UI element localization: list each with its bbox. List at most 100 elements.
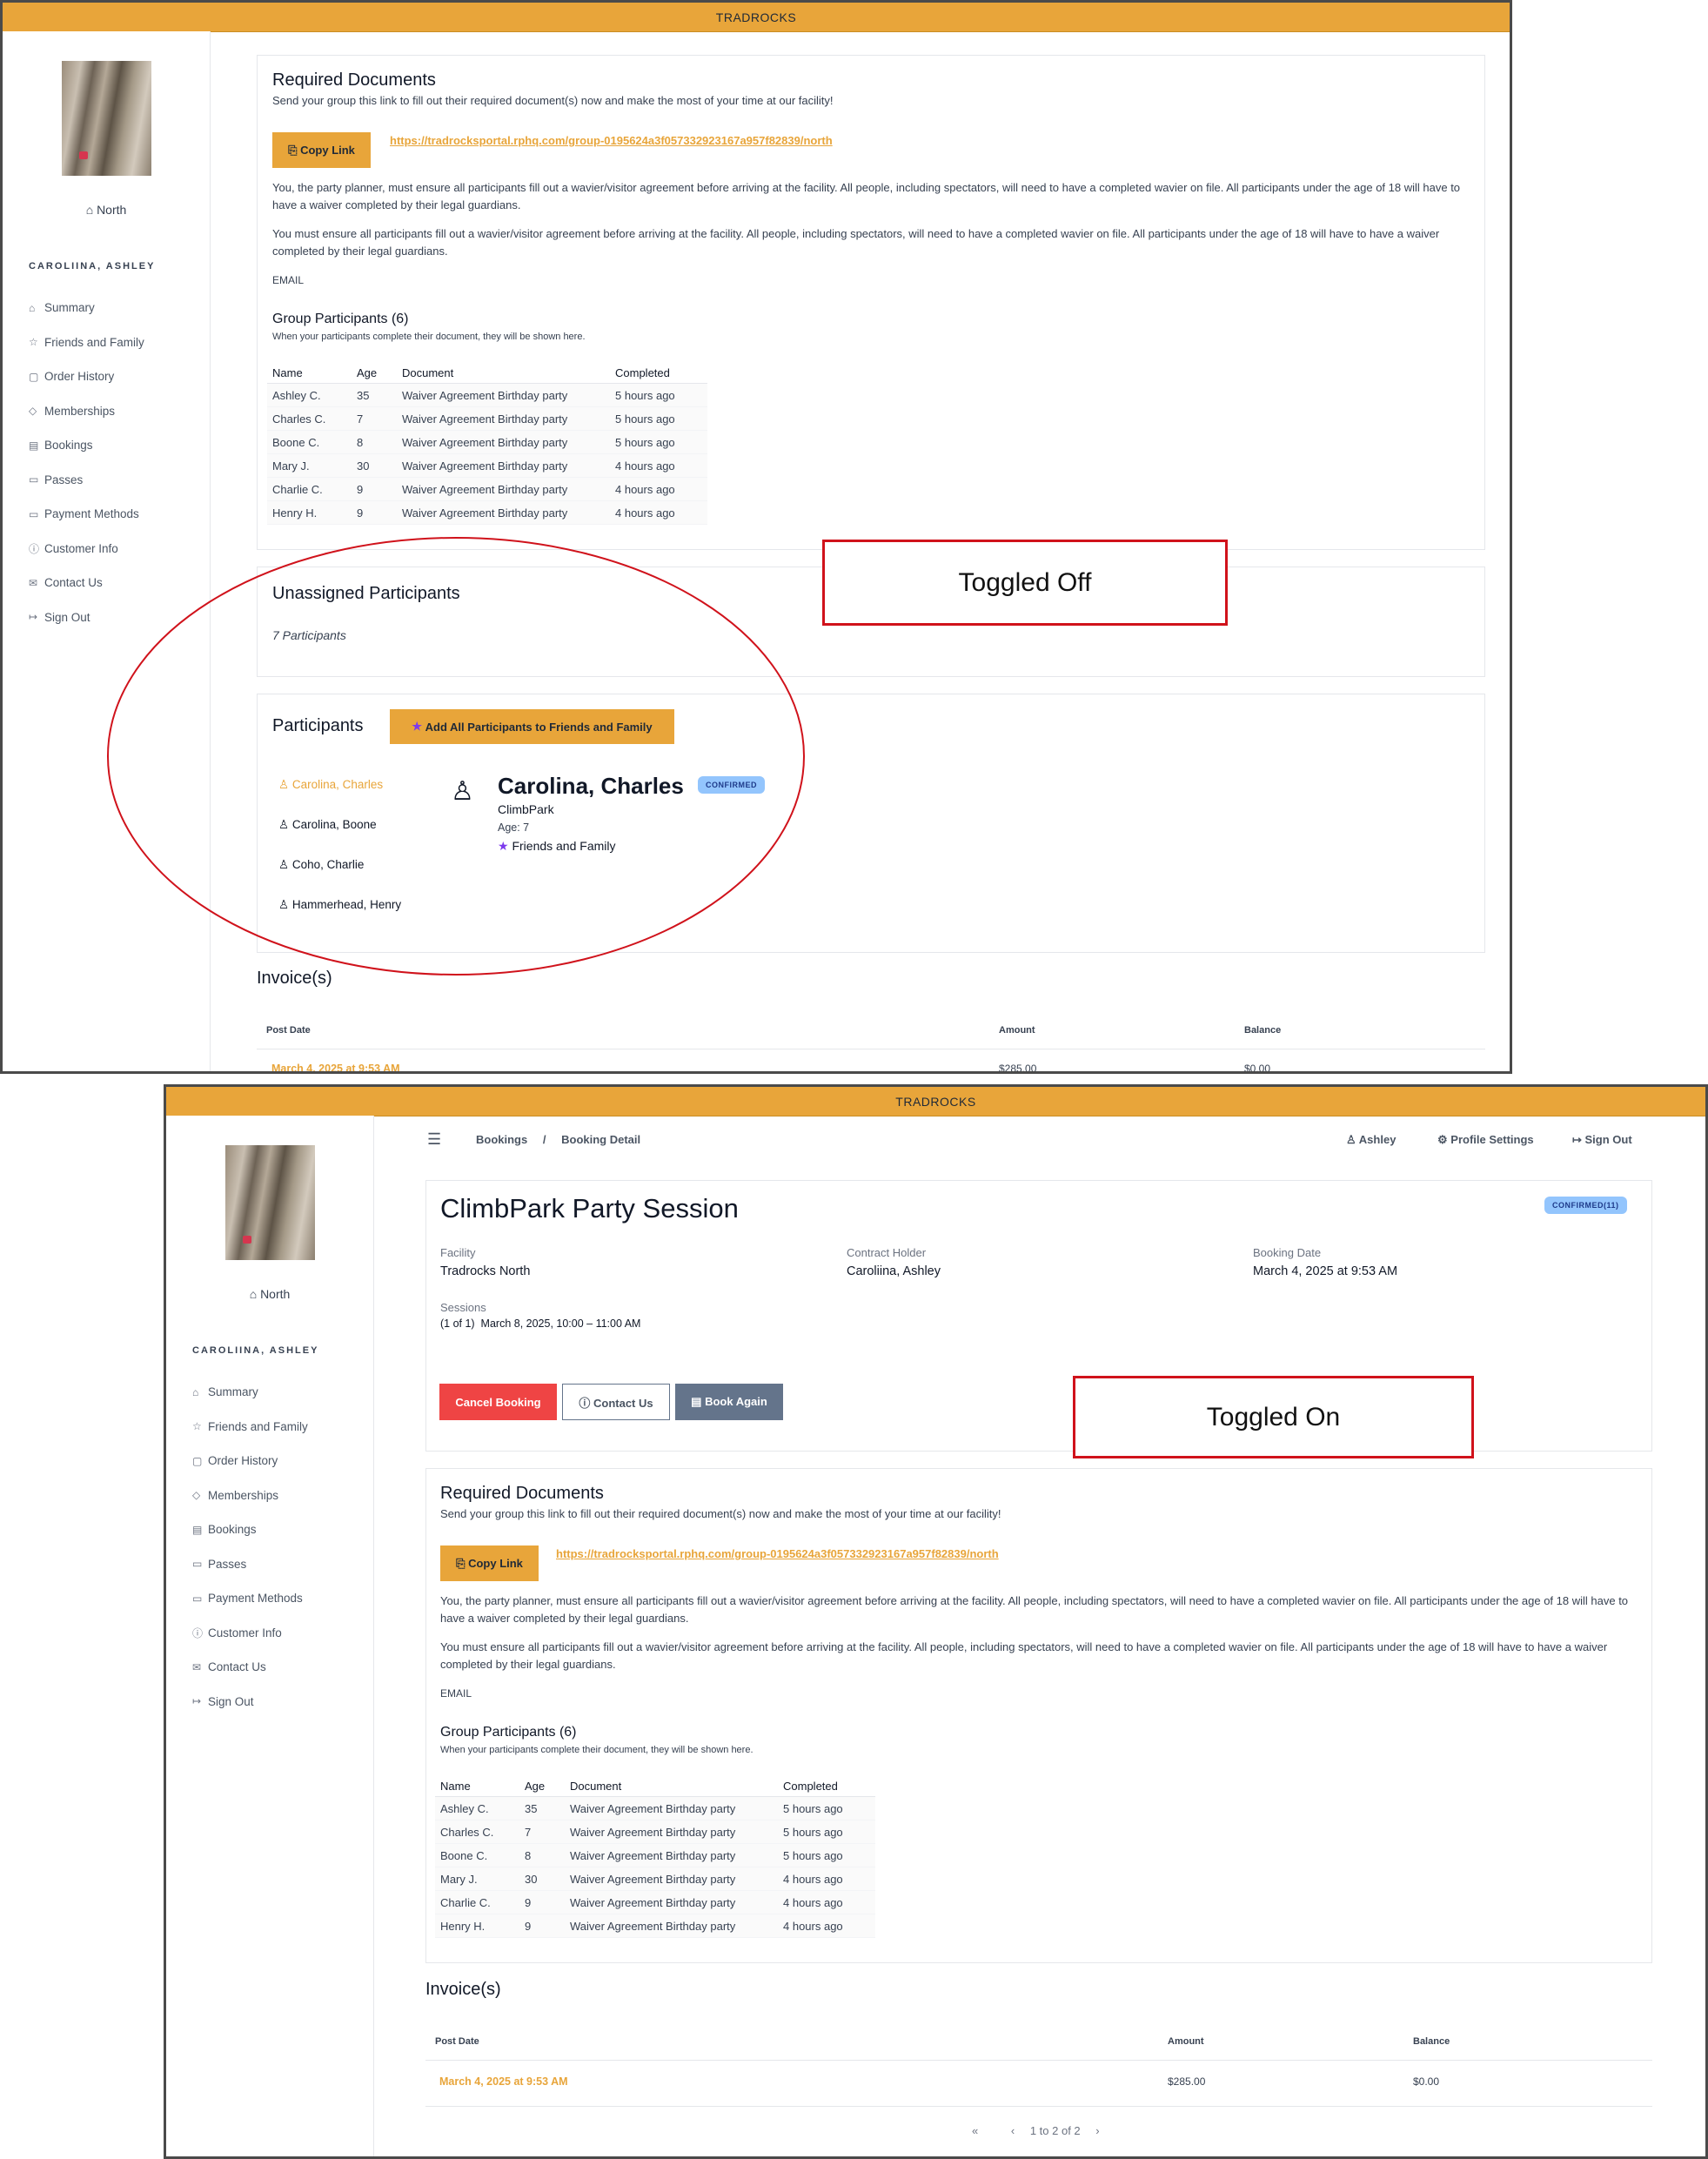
sidebar-item-friends[interactable]: ☆ Friends and Family bbox=[192, 1410, 308, 1445]
cell: Boone C. bbox=[435, 1843, 519, 1867]
next-page-icon[interactable]: › bbox=[1095, 2124, 1099, 2137]
user-menu[interactable]: ♙ Ashley bbox=[1346, 1133, 1396, 1147]
location-link[interactable]: ⌂ North bbox=[3, 203, 210, 217]
breadcrumb: Bookings / Booking Detail bbox=[476, 1133, 640, 1146]
contract-holder-label: Contract Holder bbox=[847, 1246, 927, 1259]
screenshot-toggled-off: TRADROCKS ⌂ North CAROLIINA, ASHLEY ⌂ Sum… bbox=[0, 0, 1512, 1074]
sidebar-item-label: Order History bbox=[44, 370, 115, 384]
sidebar-item-label: Sign Out bbox=[208, 1694, 254, 1708]
sidebar-item-memberships[interactable]: ◇ Memberships bbox=[192, 1478, 308, 1513]
invoice-date[interactable]: March 4, 2025 at 9:53 AM bbox=[271, 1063, 400, 1071]
cell: 9 bbox=[519, 1890, 565, 1914]
breadcrumb-separator: / bbox=[542, 1133, 546, 1146]
sidebar-item-label: Payment Methods bbox=[208, 1592, 303, 1606]
invoice-date[interactable]: March 4, 2025 at 9:53 AM bbox=[439, 2075, 568, 2088]
invoice-row[interactable]: March 4, 2025 at 9:53 AM $285.00 $0.00 bbox=[425, 2061, 1652, 2107]
cell: Ashley C. bbox=[267, 383, 352, 407]
group-link[interactable]: https://tradrocksportal.rphq.com/group-0… bbox=[390, 134, 833, 147]
column-header: Post Date bbox=[435, 2036, 479, 2047]
sidebar-item-bookings[interactable]: ▤ Bookings bbox=[192, 1512, 308, 1547]
cancel-booking-button[interactable]: Cancel Booking bbox=[439, 1384, 557, 1420]
header-signout-label: Sign Out bbox=[1584, 1133, 1632, 1146]
contact-us-button[interactable]: ⓘ Contact Us bbox=[562, 1384, 670, 1420]
cell: 5 hours ago bbox=[610, 383, 707, 407]
sidebar-item-label: Friends and Family bbox=[208, 1419, 308, 1433]
cell: Charlie C. bbox=[435, 1890, 519, 1914]
clipboard-icon: ⎘ bbox=[456, 1556, 469, 1570]
column-header: Completed bbox=[610, 362, 707, 384]
table-row: Henry H. 9 Waiver Agreement Birthday party… bbox=[435, 1914, 875, 1938]
home-icon: ⌂ bbox=[85, 203, 94, 217]
book-again-label: Book Again bbox=[705, 1395, 767, 1408]
email-label: EMAIL bbox=[440, 1687, 472, 1700]
cell: 5 hours ago bbox=[610, 406, 707, 431]
sidebar-item-label: Memberships bbox=[208, 1488, 279, 1502]
column-header: Post Date bbox=[266, 1025, 311, 1036]
facility-label: Facility bbox=[440, 1246, 476, 1259]
contact-us-label: Contact Us bbox=[593, 1396, 653, 1410]
copy-link-button[interactable]: ⎘ Copy Link bbox=[272, 132, 371, 168]
sidebar-item-passes[interactable]: ▭ Passes bbox=[192, 1547, 308, 1582]
sidebar-item-summary[interactable]: ⌂ Summary bbox=[192, 1375, 308, 1410]
sidebar-item-summary[interactable]: ⌂ Summary bbox=[29, 291, 144, 325]
sidebar-item-friends[interactable]: ☆ Friends and Family bbox=[29, 325, 144, 360]
cell: 4 hours ago bbox=[610, 453, 707, 478]
cell: Waiver Agreement Birthday party bbox=[565, 1890, 778, 1914]
sidebar-item-customer-info[interactable]: ⓘ Customer Info bbox=[192, 1616, 308, 1651]
column-header: Name bbox=[267, 362, 352, 384]
cell: Waiver Agreement Birthday party bbox=[397, 383, 610, 407]
ticket-icon: ▭ bbox=[192, 1558, 203, 1571]
info-icon: ⓘ bbox=[29, 542, 40, 555]
card-icon: ▭ bbox=[29, 507, 39, 520]
first-page-icon[interactable]: « bbox=[972, 2124, 978, 2137]
table-header: Name Age Document Completed bbox=[267, 362, 707, 384]
sidebar-item-payment[interactable]: ▭ Payment Methods bbox=[192, 1581, 308, 1616]
book-again-button[interactable]: ▤ Book Again bbox=[675, 1384, 783, 1420]
prev-page-icon[interactable]: ‹ bbox=[1011, 2124, 1015, 2137]
booking-date-label: Booking Date bbox=[1253, 1246, 1322, 1259]
email-label: EMAIL bbox=[272, 274, 305, 286]
cell: Waiver Agreement Birthday party bbox=[565, 1796, 778, 1820]
sidebar-item-passes[interactable]: ▭ Passes bbox=[29, 463, 144, 498]
copy-link-button[interactable]: ⎘ Copy Link bbox=[440, 1545, 539, 1581]
column-header: Completed bbox=[778, 1775, 875, 1797]
table-row: Mary J. 30 Waiver Agreement Birthday party… bbox=[435, 1867, 875, 1891]
column-header: Name bbox=[435, 1775, 519, 1797]
cell: 4 hours ago bbox=[610, 477, 707, 501]
sidebar-item-bookings[interactable]: ▤ Bookings bbox=[29, 428, 144, 463]
invoice-row[interactable]: March 4, 2025 at 9:53 AM $285.00 $0.00 bbox=[257, 1063, 1485, 1071]
cell: Waiver Agreement Birthday party bbox=[397, 453, 610, 478]
user-menu-label: Ashley bbox=[1358, 1133, 1397, 1146]
sidebar-item-memberships[interactable]: ◇ Memberships bbox=[29, 394, 144, 429]
sidebar-item-orders[interactable]: ▢ Order History bbox=[192, 1444, 308, 1478]
cell: 4 hours ago bbox=[778, 1914, 875, 1938]
column-header: Age bbox=[352, 362, 397, 384]
hamburger-menu-icon[interactable]: ☰ bbox=[427, 1130, 441, 1149]
location-link[interactable]: ⌂ North bbox=[166, 1287, 373, 1301]
sidebar-item-contact[interactable]: ✉ Contact Us bbox=[192, 1650, 308, 1685]
home-icon: ⌂ bbox=[29, 301, 36, 314]
group-participants-title: Group Participants (6) bbox=[272, 312, 409, 326]
annotation-toggled-on: Toggled On bbox=[1073, 1376, 1474, 1458]
cell: Charlie C. bbox=[267, 477, 352, 501]
cell: 5 hours ago bbox=[778, 1796, 875, 1820]
cell: 7 bbox=[519, 1820, 565, 1844]
copy-link-label: Copy Link bbox=[300, 144, 355, 157]
table-header: Name Age Document Completed bbox=[435, 1775, 875, 1797]
sidebar-item-label: Contact Us bbox=[44, 576, 103, 590]
group-participants-table: Name Age Document Completed Ashley C. 35 W… bbox=[435, 1775, 875, 1938]
sidebar-item-orders[interactable]: ▢ Order History bbox=[29, 359, 144, 394]
sidebar: ⌂ North CAROLIINA, ASHLEY ⌂ Summary ☆ Frie… bbox=[166, 1116, 374, 2156]
profile-settings-link[interactable]: ⚙ Profile Settings bbox=[1437, 1133, 1534, 1147]
sidebar-item-payment[interactable]: ▭ Payment Methods bbox=[29, 497, 144, 532]
cell: Waiver Agreement Birthday party bbox=[565, 1843, 778, 1867]
table-row: Boone C. 8 Waiver Agreement Birthday party… bbox=[435, 1843, 875, 1867]
sidebar-item-label: Contact Us bbox=[208, 1660, 266, 1674]
home-icon: ⌂ bbox=[249, 1287, 258, 1301]
annotation-toggled-off: Toggled Off bbox=[822, 540, 1228, 626]
header-signout-link[interactable]: ↦ Sign Out bbox=[1572, 1133, 1632, 1147]
breadcrumb-bookings[interactable]: Bookings bbox=[476, 1133, 527, 1146]
sidebar-item-signout[interactable]: ↦ Sign Out bbox=[192, 1685, 308, 1720]
group-link[interactable]: https://tradrocksportal.rphq.com/group-0… bbox=[556, 1547, 999, 1560]
sidebar-item-label: Customer Info bbox=[208, 1626, 282, 1639]
